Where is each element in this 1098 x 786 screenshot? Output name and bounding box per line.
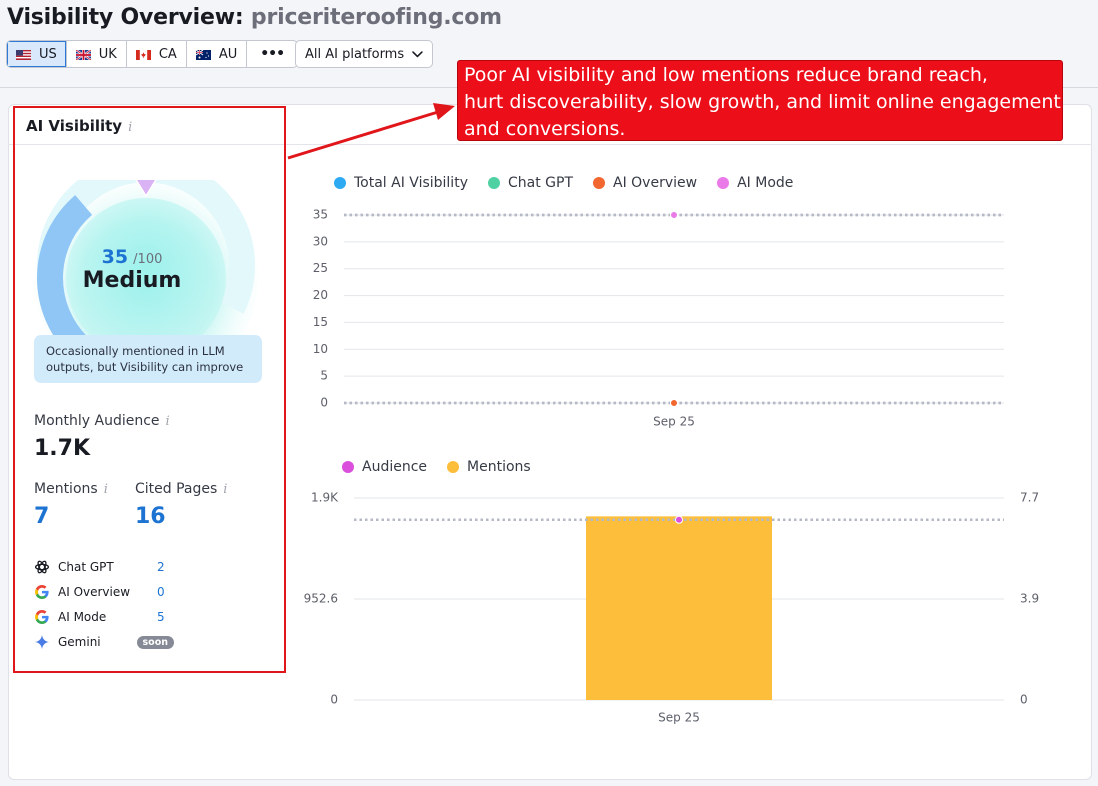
y-tick-label-left: 0 xyxy=(330,693,338,707)
country-label: AU xyxy=(218,46,238,62)
ai-platform-select[interactable]: All AI platforms xyxy=(295,40,433,68)
callout-line: and conversions. xyxy=(464,118,626,140)
country-label: CA xyxy=(158,46,177,62)
y-tick-label: 15 xyxy=(313,315,328,329)
more-dots-icon: ••• xyxy=(260,46,285,62)
chevron-down-icon xyxy=(412,50,423,57)
bar xyxy=(586,516,772,700)
callout-line: hurt discoverability, slow growth, and l… xyxy=(464,91,1061,113)
y-tick-label: 5 xyxy=(320,369,328,383)
y-tick-label: 10 xyxy=(313,342,328,356)
legend-dot xyxy=(717,177,730,189)
y-tick-label-left: 1.9K xyxy=(311,491,339,505)
legend-dot xyxy=(334,177,346,189)
legend-label: AI Mode xyxy=(737,175,794,191)
y-tick-label: 0 xyxy=(320,396,328,410)
legend-item-total-ai-visibility[interactable]: Total AI Visibility xyxy=(334,175,468,191)
legend-item-audience[interactable]: Audience xyxy=(342,459,427,475)
legend-item-ai-mode[interactable]: AI Mode xyxy=(717,175,793,191)
y-tick-label: 25 xyxy=(313,261,328,275)
legend-dot xyxy=(447,461,460,473)
country-selector: US UK CA AU ••• xyxy=(6,40,299,68)
legend-item-ai-overview[interactable]: AI Overview xyxy=(593,175,697,191)
visibility-line-chart: 0 5 10 15 20 25 30 35 Sep 25 xyxy=(313,208,1004,429)
y-tick-label-right: 7.7 xyxy=(1020,491,1039,505)
ai-platform-select-value: All AI platforms xyxy=(305,46,405,62)
y-tick-label: 35 xyxy=(313,208,328,222)
country-label: UK xyxy=(98,46,117,62)
x-tick-label: Sep 25 xyxy=(653,415,695,429)
callout-line: Poor AI visibility and low mentions redu… xyxy=(464,64,988,86)
audience-chart-legend: Audience Mentions xyxy=(342,459,531,475)
y-tick-label-right: 0 xyxy=(1020,693,1028,707)
country-label: US xyxy=(39,46,57,62)
y-tick-label: 20 xyxy=(313,288,328,302)
legend-dot xyxy=(593,177,605,189)
legend-item-mentions[interactable]: Mentions xyxy=(447,459,531,475)
audience-mentions-chart: 0 952.6 1.9K 0 3.9 7.7 Sep 25 xyxy=(304,491,1039,725)
legend-label: Audience xyxy=(362,459,428,475)
y-tick-label-left: 952.6 xyxy=(304,592,338,606)
y-tick-label-right: 3.9 xyxy=(1020,592,1039,606)
legend-label: Total AI Visibility xyxy=(354,175,468,191)
uk-flag-icon xyxy=(75,49,92,61)
us-flag-icon xyxy=(16,49,31,60)
ai-visibility-highlight-box xyxy=(13,106,286,673)
legend-label: Chat GPT xyxy=(507,175,573,191)
country-tab-us[interactable]: US xyxy=(7,41,67,67)
page-title: Visibility Overview: priceriteroofing.co… xyxy=(7,5,502,30)
x-tick-label: Sep 25 xyxy=(658,711,700,725)
callout-box: Poor AI visibility and low mentions redu… xyxy=(457,60,1063,141)
data-point xyxy=(670,399,678,407)
y-tick-label: 30 xyxy=(313,234,328,248)
legend-label: Mentions xyxy=(467,459,531,475)
more-countries-button[interactable]: ••• xyxy=(247,41,297,67)
ca-flag-icon xyxy=(135,49,151,60)
legend-label: AI Overview xyxy=(613,175,698,191)
legend-dot xyxy=(342,461,354,473)
data-point xyxy=(675,515,683,524)
country-tab-au[interactable]: AU xyxy=(187,41,248,67)
page-title-label: Visibility Overview: xyxy=(7,5,244,30)
visibility-chart-legend: Total AI Visibility Chat GPT AI Overview… xyxy=(334,175,793,191)
data-point xyxy=(670,211,678,219)
country-tab-uk[interactable]: UK xyxy=(67,41,127,67)
au-flag-icon xyxy=(195,49,211,60)
legend-item-chat-gpt[interactable]: Chat GPT xyxy=(487,175,573,191)
page-title-domain: priceriteroofing.com xyxy=(250,5,502,30)
country-tab-ca[interactable]: CA xyxy=(127,41,187,67)
legend-dot xyxy=(487,177,500,189)
